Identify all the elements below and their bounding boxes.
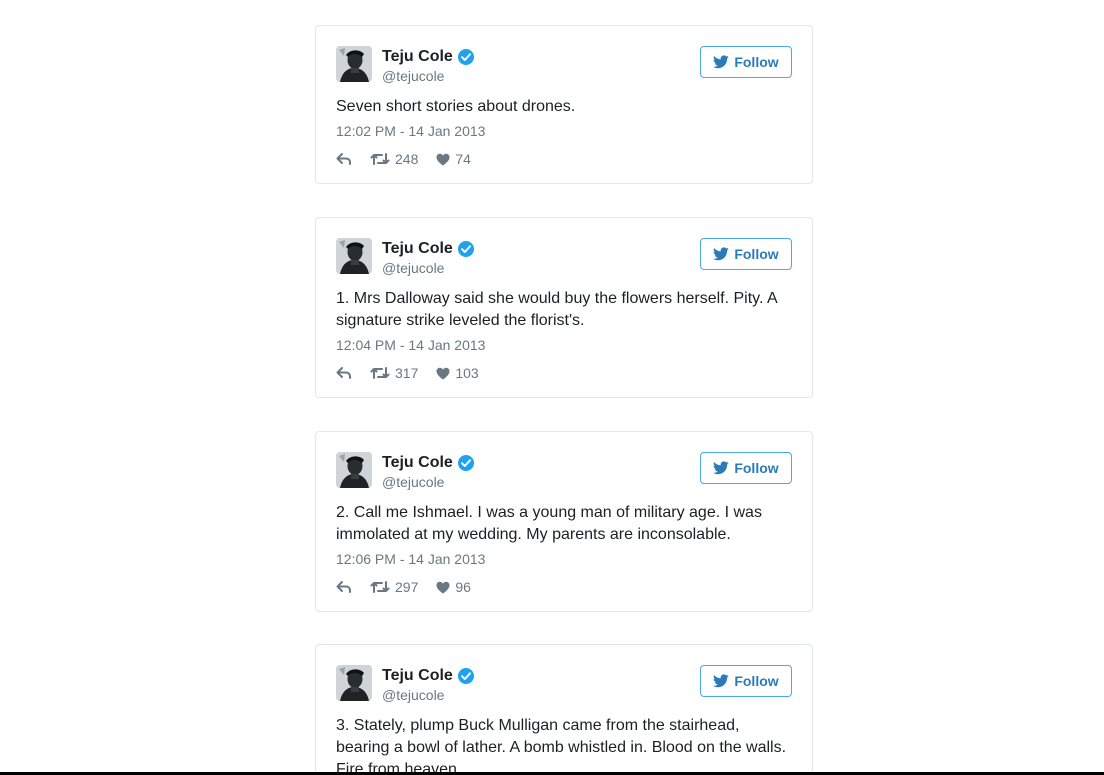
tweet-timestamp[interactable]: 12:04 PM - 14 Jan 2013 bbox=[336, 336, 485, 354]
reply-action[interactable] bbox=[336, 366, 352, 380]
twitter-bird-icon bbox=[713, 674, 730, 688]
verified-badge-icon bbox=[457, 48, 475, 66]
follow-label: Follow bbox=[734, 54, 779, 70]
author-name-row[interactable]: Teju Cole bbox=[382, 47, 475, 67]
reply-icon bbox=[336, 580, 352, 594]
tweet-timestamp[interactable]: 12:02 PM - 14 Jan 2013 bbox=[336, 122, 485, 140]
follow-button[interactable]: Follow bbox=[700, 665, 792, 697]
retweet-action[interactable]: 317 bbox=[370, 365, 418, 381]
retweet-icon bbox=[370, 152, 390, 166]
reply-action[interactable] bbox=[336, 152, 352, 166]
author-name-row[interactable]: Teju Cole bbox=[382, 239, 475, 259]
author-handle[interactable]: @tejucole bbox=[382, 68, 444, 84]
verified-badge-icon bbox=[457, 454, 475, 472]
author-name[interactable]: Teju Cole bbox=[382, 453, 453, 473]
author-avatar[interactable] bbox=[336, 452, 372, 488]
follow-button[interactable]: Follow bbox=[700, 452, 792, 484]
retweet-action[interactable]: 248 bbox=[370, 151, 418, 167]
like-count: 96 bbox=[455, 579, 471, 595]
heart-icon bbox=[436, 153, 450, 166]
twitter-bird-icon bbox=[713, 461, 730, 475]
like-action[interactable]: 96 bbox=[436, 579, 471, 595]
like-count: 103 bbox=[455, 365, 479, 381]
author-name-row[interactable]: Teju Cole bbox=[382, 453, 475, 473]
follow-label: Follow bbox=[734, 673, 779, 689]
author-avatar[interactable] bbox=[336, 665, 372, 701]
heart-icon bbox=[436, 581, 450, 594]
tweet-timestamp[interactable]: 12:06 PM - 14 Jan 2013 bbox=[336, 550, 485, 568]
follow-button[interactable]: Follow bbox=[700, 46, 792, 78]
like-count: 74 bbox=[455, 151, 471, 167]
tweet-actions: 248 74 bbox=[336, 150, 489, 168]
tweet-text: 1. Mrs Dalloway said she would buy the f… bbox=[336, 290, 777, 329]
tweet-header: Teju Cole @tejucole Follow bbox=[336, 46, 792, 86]
retweet-action[interactable]: 297 bbox=[370, 579, 418, 595]
heart-icon bbox=[436, 367, 450, 380]
verified-badge-icon bbox=[457, 667, 475, 685]
retweet-count: 317 bbox=[395, 365, 419, 381]
tweet-header: Teju Cole @tejucole Follow bbox=[336, 665, 792, 705]
tweet-card[interactable]: Teju Cole @tejucole Follow 2. Call me Is… bbox=[315, 431, 813, 612]
like-action[interactable]: 103 bbox=[436, 365, 479, 381]
tweet-text: 3. Stately, plump Buck Mulligan came fro… bbox=[336, 717, 787, 775]
author-name[interactable]: Teju Cole bbox=[382, 47, 453, 67]
reply-action[interactable] bbox=[336, 580, 352, 594]
tweet-actions: 317 103 bbox=[336, 364, 497, 382]
author-name[interactable]: Teju Cole bbox=[382, 239, 453, 259]
like-action[interactable]: 74 bbox=[436, 151, 471, 167]
tweet-feed: Teju Cole @tejucole Follow Seven short s… bbox=[0, 0, 1104, 775]
author-avatar[interactable] bbox=[336, 46, 372, 82]
twitter-bird-icon bbox=[713, 247, 730, 261]
follow-label: Follow bbox=[734, 460, 779, 476]
author-avatar[interactable] bbox=[336, 238, 372, 274]
tweet-actions: 297 96 bbox=[336, 578, 489, 596]
author-name[interactable]: Teju Cole bbox=[382, 666, 453, 686]
author-handle[interactable]: @tejucole bbox=[382, 687, 444, 703]
tweet-card[interactable]: Teju Cole @tejucole Follow Seven short s… bbox=[315, 25, 813, 184]
follow-button[interactable]: Follow bbox=[700, 238, 792, 270]
tweet-text: Seven short stories about drones. bbox=[336, 98, 576, 115]
follow-label: Follow bbox=[734, 246, 779, 262]
reply-icon bbox=[336, 152, 352, 166]
tweet-card[interactable]: Teju Cole @tejucole Follow 3. Stately, p… bbox=[315, 644, 813, 775]
retweet-count: 297 bbox=[395, 579, 419, 595]
author-handle[interactable]: @tejucole bbox=[382, 474, 444, 490]
tweet-text: 2. Call me Ishmael. I was a young man of… bbox=[336, 504, 762, 543]
tweet-card[interactable]: Teju Cole @tejucole Follow 1. Mrs Dallow… bbox=[315, 217, 813, 398]
retweet-icon bbox=[370, 580, 390, 594]
retweet-icon bbox=[370, 366, 390, 380]
tweet-header: Teju Cole @tejucole Follow bbox=[336, 238, 792, 278]
retweet-count: 248 bbox=[395, 151, 419, 167]
author-handle[interactable]: @tejucole bbox=[382, 260, 444, 276]
verified-badge-icon bbox=[457, 240, 475, 258]
tweet-header: Teju Cole @tejucole Follow bbox=[336, 452, 792, 492]
author-name-row[interactable]: Teju Cole bbox=[382, 666, 475, 686]
reply-icon bbox=[336, 366, 352, 380]
twitter-bird-icon bbox=[713, 55, 730, 69]
